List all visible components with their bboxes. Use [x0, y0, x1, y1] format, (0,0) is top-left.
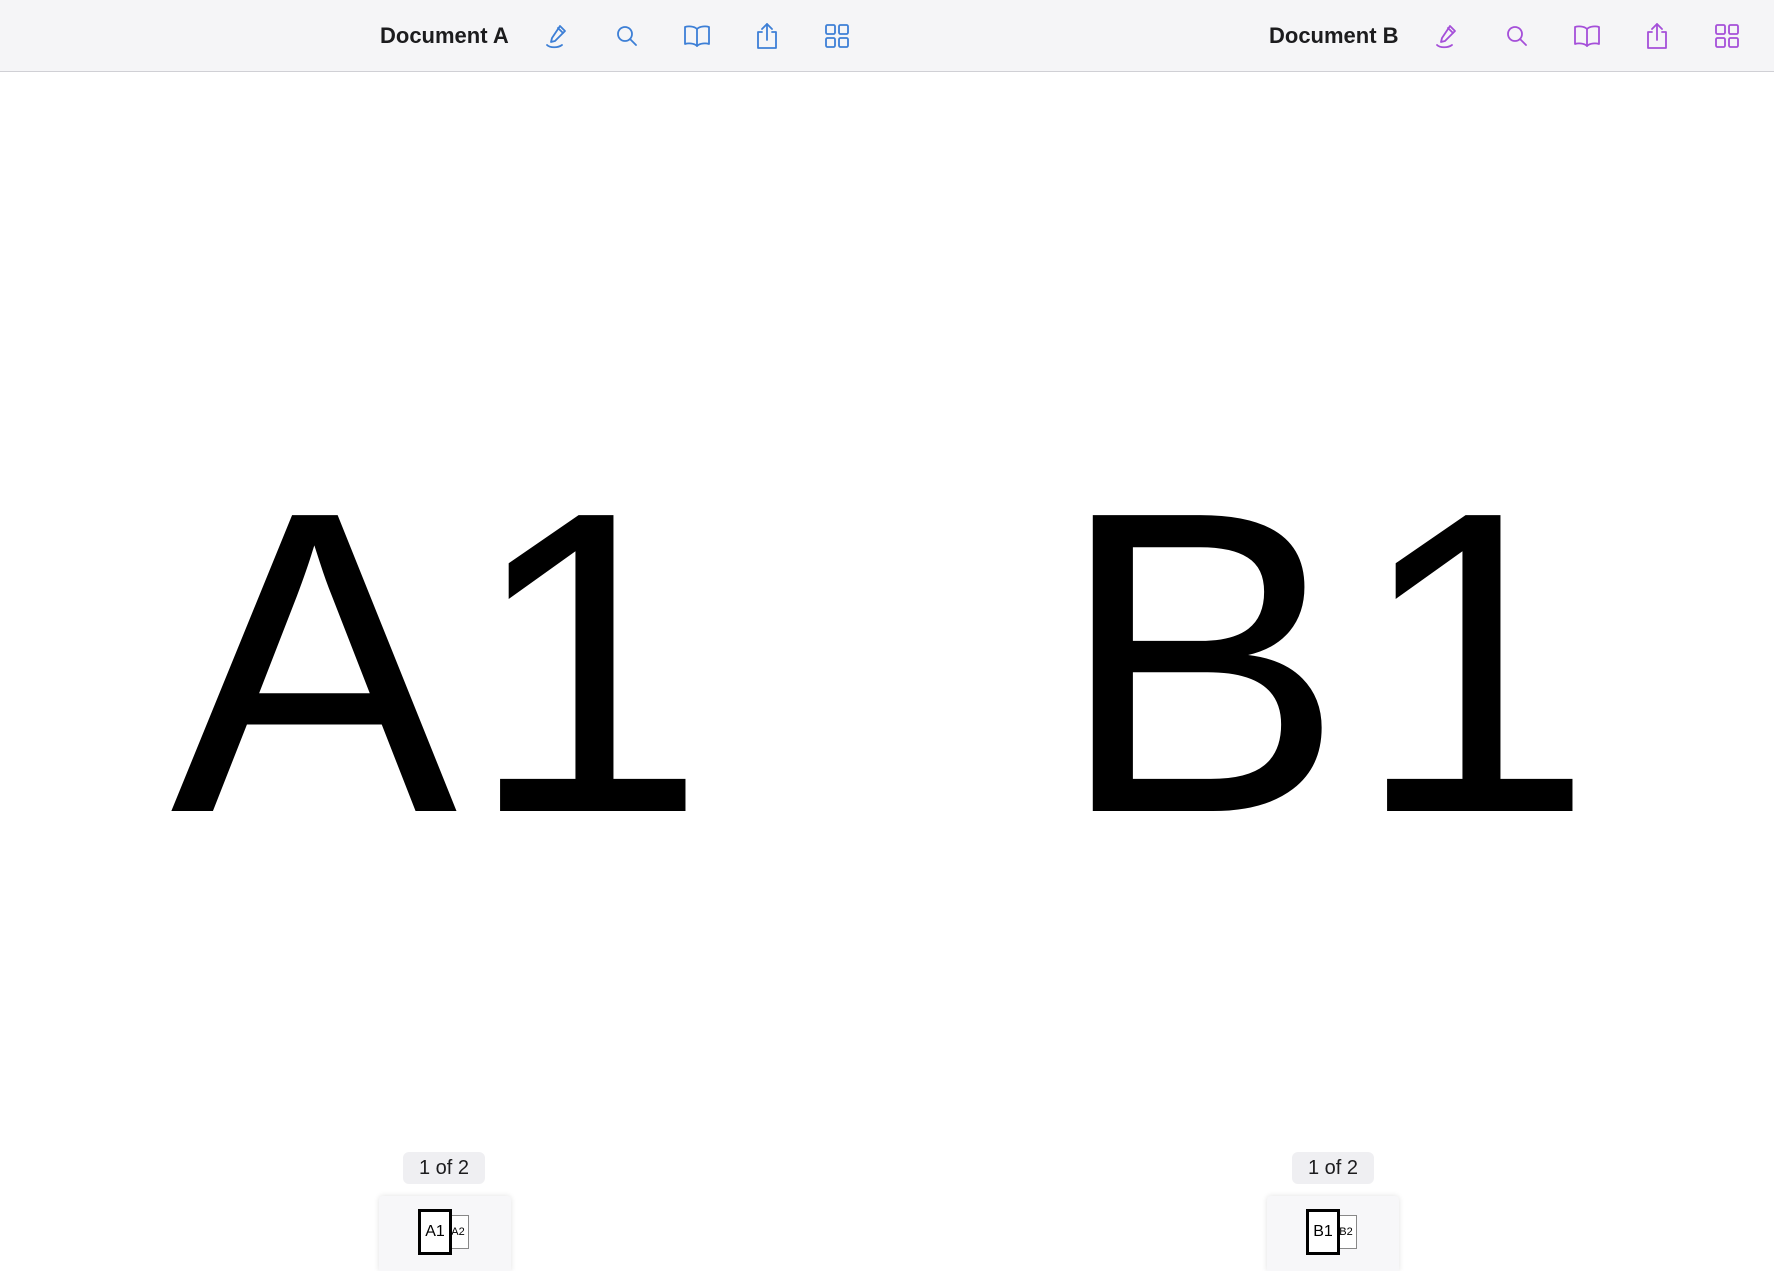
markup-button-a[interactable] [535, 14, 579, 58]
document-b-page[interactable]: B1 [887, 73, 1774, 1271]
share-icon [1646, 23, 1667, 49]
search-icon [1506, 26, 1527, 46]
document-a-page-content: A1 [170, 423, 717, 903]
share-button-b[interactable] [1635, 14, 1679, 58]
markup-pen-icon [545, 25, 566, 49]
book-icon [1573, 25, 1600, 47]
thumbnail-page-1[interactable]: B1 [1306, 1209, 1340, 1255]
document-b-page-content: B1 [1057, 423, 1604, 903]
bookmarks-button-a[interactable] [675, 14, 719, 58]
share-button-a[interactable] [745, 14, 789, 58]
bookmarks-button-b[interactable] [1565, 14, 1609, 58]
document-a-page[interactable]: A1 [0, 73, 887, 1271]
grid-icon [1714, 24, 1739, 48]
markup-pen-icon [1435, 25, 1456, 49]
document-b-thumbnail-strip[interactable]: B2 B1 [1267, 1196, 1399, 1271]
document-b-title[interactable]: Document B [1269, 23, 1399, 49]
search-button-b[interactable] [1495, 14, 1539, 58]
thumbnail-page-1[interactable]: A1 [418, 1209, 452, 1255]
share-icon [756, 23, 777, 49]
thumbnails-grid-button-a[interactable] [815, 14, 859, 58]
document-b-page-indicator: 1 of 2 [1292, 1152, 1375, 1184]
search-icon [616, 26, 637, 46]
markup-button-b[interactable] [1425, 14, 1469, 58]
document-a-toolbar: Document A [380, 0, 885, 72]
document-a-title[interactable]: Document A [380, 23, 509, 49]
document-a-page-indicator: 1 of 2 [403, 1152, 486, 1184]
thumbnails-grid-button-b[interactable] [1705, 14, 1749, 58]
top-toolbar: Document A Document B [0, 0, 1774, 72]
book-icon [683, 25, 710, 47]
grid-icon [824, 24, 849, 48]
document-a-thumbnail-strip[interactable]: A2 A1 [379, 1196, 511, 1271]
document-b-toolbar: Document B [1269, 0, 1774, 72]
search-button-a[interactable] [605, 14, 649, 58]
